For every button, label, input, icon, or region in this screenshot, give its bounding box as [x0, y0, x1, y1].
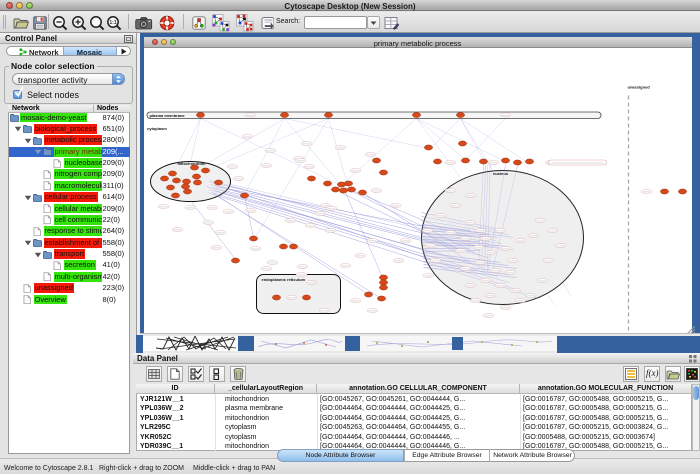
svg-text:plasma membrane: plasma membrane [149, 113, 185, 118]
svg-text:unassigned: unassigned [627, 84, 650, 89]
svg-text:endoplasmic reticulum: endoplasmic reticulum [261, 277, 305, 282]
svg-text:cytoplasm: cytoplasm [147, 126, 167, 131]
svg-text:1:1: 1:1 [109, 20, 116, 26]
svg-text:nucleus: nucleus [492, 171, 508, 176]
